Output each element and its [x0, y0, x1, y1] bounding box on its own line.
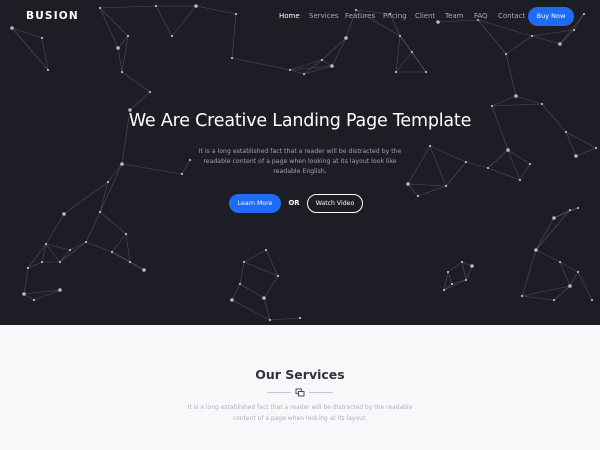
- learn-more-button[interactable]: Learn More: [229, 194, 281, 213]
- hero-description: It is a long established fact that a rea…: [198, 148, 402, 176]
- or-separator: OR: [288, 199, 300, 207]
- navbar: BUSION Home Services Features Pricing Cl…: [0, 0, 600, 34]
- nav-link-features[interactable]: Features: [345, 12, 375, 20]
- nav-link-home[interactable]: Home: [279, 12, 300, 20]
- services-description: It is a long established fact that a rea…: [187, 404, 413, 422]
- brand-logo[interactable]: BUSION: [26, 10, 79, 22]
- layers-icon: [295, 388, 305, 397]
- hero-title: We Are Creative Landing Page Template: [128, 111, 472, 131]
- nav-link-contact[interactable]: Contact: [498, 12, 525, 20]
- nav-link-pricing[interactable]: Pricing: [383, 12, 407, 20]
- hero-section: BUSION Home Services Features Pricing Cl…: [0, 0, 600, 325]
- buy-now-button[interactable]: Buy Now: [528, 7, 574, 26]
- nav-link-client[interactable]: Client: [415, 12, 435, 20]
- divider-line-left: [267, 392, 291, 393]
- nav-link-faq[interactable]: FAQ: [474, 12, 488, 20]
- nav-link-services[interactable]: Services: [309, 12, 339, 20]
- services-section: Our Services It is a long established fa…: [0, 325, 600, 450]
- nav-link-team[interactable]: Team: [445, 12, 464, 20]
- divider-line-right: [309, 392, 333, 393]
- watch-video-button[interactable]: Watch Video: [307, 194, 363, 213]
- services-title: Our Services: [255, 367, 345, 382]
